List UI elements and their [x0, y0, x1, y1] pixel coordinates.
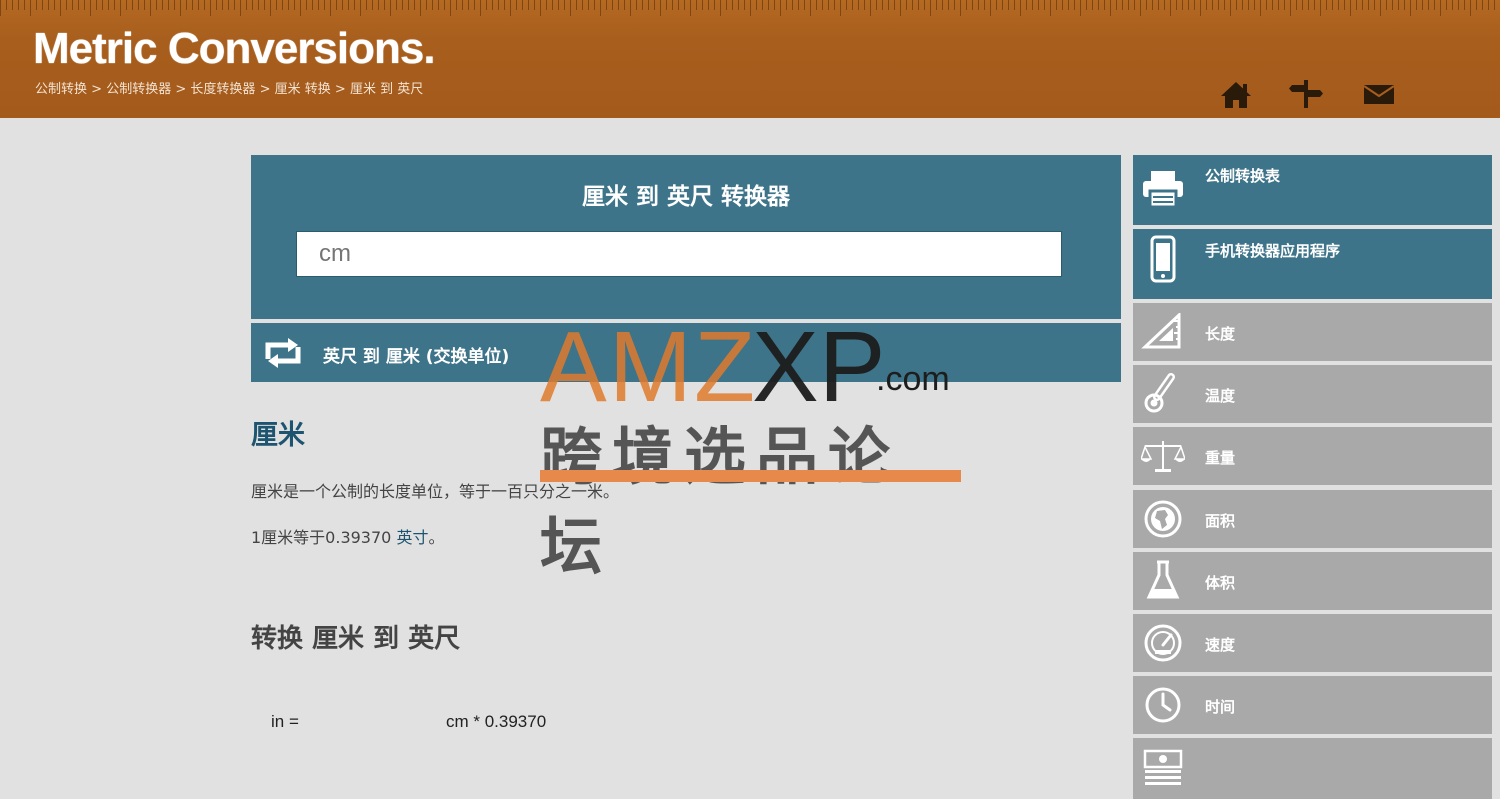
- sidebar-item-area[interactable]: 面积: [1133, 490, 1492, 548]
- sidebar-item-label: 温度: [1205, 387, 1236, 405]
- breadcrumb-item[interactable]: 长度转换器: [190, 82, 255, 97]
- sidebar-item-temperature[interactable]: 温度: [1133, 365, 1492, 423]
- site-header: Metric Conversions. 公制转换 > 公制转换器 > 长度转换器…: [0, 0, 1500, 118]
- breadcrumb-item-current[interactable]: 厘米 到 英尺: [350, 82, 423, 97]
- money-icon: [1143, 749, 1183, 785]
- flask-icon: [1146, 560, 1180, 599]
- breadcrumb-item[interactable]: 公制转换器: [106, 82, 171, 97]
- conversion-heading: 转换 厘米 到 英尺: [251, 624, 461, 654]
- cm-input[interactable]: [296, 231, 1062, 277]
- thermometer-icon: [1144, 373, 1175, 413]
- speedometer-icon: [1144, 624, 1182, 662]
- unit-equivalence: 1厘米等于0.39370 英寸。: [251, 524, 444, 548]
- swap-units-button[interactable]: 英尺 到 厘米 (交换单位): [251, 323, 1121, 382]
- formula-left: in =: [271, 712, 299, 731]
- sidebar-item-volume[interactable]: 体积: [1133, 552, 1492, 610]
- sidebar-item-label: 体积: [1205, 574, 1236, 592]
- sidebar-item-label: 速度: [1205, 636, 1236, 654]
- sidebar-item-label: 面积: [1205, 512, 1236, 530]
- equivalence-text: 1厘米等于0.39370: [251, 528, 397, 547]
- breadcrumb-separator: >: [91, 82, 103, 97]
- inch-link[interactable]: 英寸: [396, 528, 428, 547]
- formula-right: cm * 0.39370: [446, 712, 547, 731]
- breadcrumb-item[interactable]: 厘米 转换: [275, 82, 331, 97]
- sidebar-item-metric-table[interactable]: 公制转换表: [1133, 155, 1492, 225]
- sidebar-item-currency[interactable]: [1133, 738, 1492, 799]
- sidebar-item-label: 公制转换表: [1205, 167, 1281, 185]
- sidebar-item-weight[interactable]: 重量: [1133, 427, 1492, 485]
- scales-icon: [1141, 441, 1185, 472]
- breadcrumb: 公制转换 > 公制转换器 > 长度转换器 > 厘米 转换 > 厘米 到 英尺: [35, 78, 423, 97]
- breadcrumb-separator: >: [175, 82, 187, 97]
- sidebar-item-label: 长度: [1205, 325, 1236, 343]
- sidebar-item-length[interactable]: 长度: [1133, 303, 1492, 361]
- printer-icon: [1143, 171, 1183, 209]
- clock-icon: [1145, 687, 1181, 723]
- breadcrumb-item[interactable]: 公制转换: [35, 82, 87, 97]
- converter-title: 厘米 到 英尺 转换器: [581, 184, 791, 210]
- unit-heading: 厘米: [251, 420, 305, 451]
- home-icon[interactable]: [1219, 78, 1253, 110]
- mail-icon[interactable]: [1362, 78, 1396, 110]
- ruler-triangle-icon: [1141, 313, 1181, 349]
- signpost-icon[interactable]: [1289, 78, 1323, 110]
- sidebar-item-label: 手机转换器应用程序: [1205, 242, 1341, 260]
- unit-description: 厘米是一个公制的长度单位，等于一百只分之一米。: [251, 482, 620, 501]
- sidebar-item-speed[interactable]: 速度: [1133, 614, 1492, 672]
- ruler-decoration-major: [0, 0, 1500, 26]
- mobile-phone-icon: [1150, 235, 1176, 283]
- sidebar-item-time[interactable]: 时间: [1133, 676, 1492, 734]
- site-logo[interactable]: Metric Conversions.: [33, 24, 436, 74]
- breadcrumb-separator: >: [259, 82, 271, 97]
- breadcrumb-separator: >: [334, 82, 346, 97]
- converter-panel: 厘米 到 英尺 转换器: [251, 155, 1121, 319]
- sidebar-item-label: 重量: [1205, 449, 1236, 467]
- globe-icon: [1144, 500, 1182, 538]
- sidebar-item-label: 时间: [1205, 698, 1236, 716]
- swap-units-label: 英尺 到 厘米 (交换单位): [323, 347, 510, 367]
- sidebar-item-mobile-app[interactable]: 手机转换器应用程序: [1133, 229, 1492, 299]
- swap-arrows-icon: [265, 338, 301, 368]
- equivalence-suffix: 。: [428, 528, 445, 547]
